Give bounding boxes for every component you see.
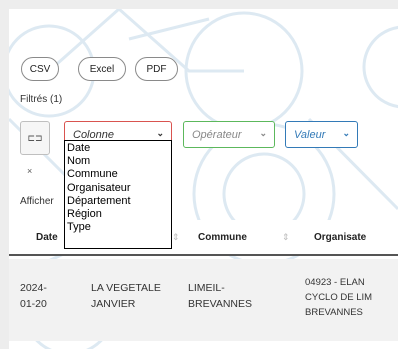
filters-count-label: Filtrés (1): [20, 94, 63, 105]
dropdown-option[interactable]: Date: [67, 142, 171, 155]
cell-date: 2024- 01-20: [20, 282, 47, 310]
column-header-date[interactable]: Date: [36, 232, 58, 243]
chevron-down-icon: ⌄: [156, 128, 164, 138]
column-header-organisateur[interactable]: Organisate: [314, 232, 366, 243]
dropdown-option[interactable]: Département: [67, 195, 171, 208]
value-select[interactable]: Valeur ⌄: [285, 121, 358, 148]
value-select-value: Valeur: [294, 128, 326, 141]
export-pdf-button[interactable]: PDF: [135, 57, 178, 81]
export-csv-button[interactable]: CSV: [21, 57, 59, 81]
cell-commune: LIMEIL- BREVANNES: [188, 282, 252, 310]
dropdown-option[interactable]: Type: [67, 221, 171, 234]
table-row[interactable]: 2024- 01-20 LA VEGETALE JANVIER LIMEIL- …: [9, 259, 398, 341]
chevron-down-icon: ⌄: [342, 128, 350, 138]
dropdown-option[interactable]: Région: [67, 208, 171, 221]
datatable-panel: CSV Excel PDF Filtrés (1) ⊏⊐ × Colonne ⌄…: [9, 9, 398, 349]
column-select-value: Colonne: [73, 128, 114, 141]
column-select-dropdown[interactable]: Date Nom Commune Organisateur Départemen…: [64, 140, 172, 249]
dropdown-option[interactable]: Organisateur: [67, 182, 171, 195]
bracket-icon: ⊏⊐: [27, 132, 43, 143]
cell-organisateur: 04923 - ELAN CYCLO DE LIM BREVANNES: [305, 277, 373, 318]
remove-filter-icon[interactable]: ×: [27, 166, 32, 176]
operator-select[interactable]: Opérateur ⌄: [183, 121, 275, 148]
sort-icon[interactable]: ⇕: [172, 232, 180, 243]
page-length-label: Afficher: [20, 196, 54, 207]
dropdown-option[interactable]: Commune: [67, 168, 171, 181]
dropdown-option[interactable]: Nom: [67, 155, 171, 168]
column-header-commune[interactable]: Commune: [198, 232, 247, 243]
cell-nom: LA VEGETALE JANVIER: [91, 282, 161, 310]
operator-select-value: Opérateur: [192, 128, 242, 141]
export-excel-button[interactable]: Excel: [78, 57, 126, 81]
chevron-down-icon: ⌄: [259, 128, 267, 138]
sort-icon[interactable]: ⇕: [282, 232, 290, 243]
filter-group-button[interactable]: ⊏⊐: [20, 121, 50, 155]
